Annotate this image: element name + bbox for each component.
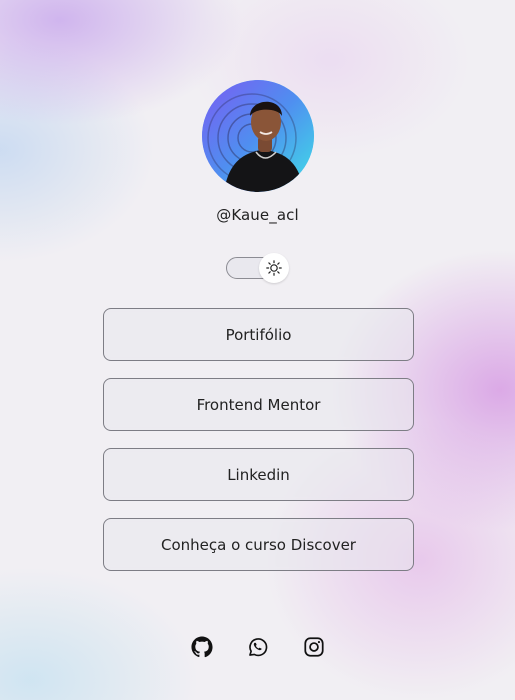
link-portfolio-button[interactable]: Portifólio bbox=[103, 308, 414, 361]
avatar bbox=[201, 80, 314, 192]
profile-section: @Kaue_acl bbox=[0, 80, 515, 224]
instagram-icon[interactable] bbox=[303, 636, 325, 658]
github-icon[interactable] bbox=[190, 636, 213, 658]
sun-icon bbox=[266, 260, 282, 276]
theme-toggle[interactable] bbox=[226, 253, 290, 283]
username: @Kaue_acl bbox=[216, 206, 299, 224]
social-links bbox=[0, 636, 515, 658]
profile-photo bbox=[201, 80, 314, 192]
link-discover-course-button[interactable]: Conheça o curso Discover bbox=[103, 518, 414, 571]
link-frontend-mentor-button[interactable]: Frontend Mentor bbox=[103, 378, 414, 431]
whatsapp-icon[interactable] bbox=[247, 636, 269, 658]
links-list: Portifólio Frontend Mentor Linkedin Conh… bbox=[103, 308, 414, 588]
toggle-knob[interactable] bbox=[259, 253, 289, 283]
link-linkedin-button[interactable]: Linkedin bbox=[103, 448, 414, 501]
